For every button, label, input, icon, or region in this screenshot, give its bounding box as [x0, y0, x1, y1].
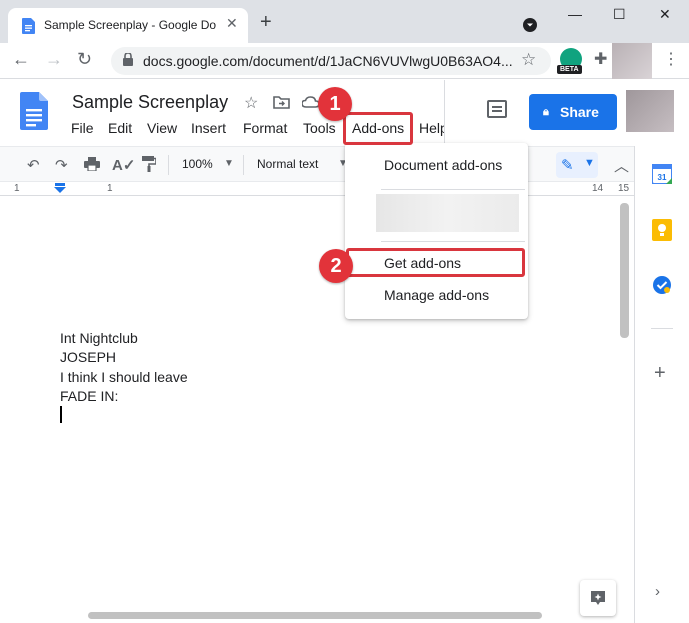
formatting-toolbar: ↶ ↷ A✓ 100% ▼ Normal text ▼ ✎ ▼ ︿ — [0, 146, 634, 182]
share-button[interactable]: 🔒︎ Share — [529, 94, 617, 130]
url-text: docs.google.com/document/d/1JaCN6VUVlwgU… — [143, 53, 513, 69]
menu-separator — [381, 189, 525, 190]
menu-tools[interactable]: Tools — [303, 120, 336, 136]
menu-help[interactable]: Help — [419, 120, 444, 136]
show-side-panel-icon[interactable]: › — [655, 583, 660, 600]
paint-format-icon[interactable] — [142, 156, 156, 172]
extension-beta-badge: BETA — [557, 65, 582, 74]
explore-icon — [591, 591, 605, 605]
editing-caret-icon: ▼ — [584, 157, 595, 169]
pencil-icon: ✎ — [561, 157, 574, 174]
menu-file[interactable]: File — [71, 120, 94, 136]
horizontal-scrollbar[interactable] — [88, 612, 542, 619]
tasks-icon[interactable] — [652, 275, 672, 295]
toolbar-separator — [243, 155, 244, 175]
doc-line[interactable]: I think I should leave — [60, 369, 188, 385]
addons-dropdown-menu: Document add-ons Get add-ons Manage add-… — [345, 143, 528, 319]
calendar-icon[interactable]: 31 — [652, 164, 672, 184]
docs-favicon-icon — [22, 18, 35, 34]
get-addons-plus-icon[interactable]: + — [654, 362, 666, 385]
indent-marker-icon[interactable] — [54, 183, 66, 193]
menu-insert[interactable]: Insert — [191, 120, 226, 136]
keep-icon[interactable] — [652, 219, 672, 241]
menu-view[interactable]: View — [147, 120, 177, 136]
tab-search-icon[interactable] — [523, 18, 537, 32]
star-icon[interactable]: ☆ — [244, 93, 258, 113]
doc-line[interactable]: JOSEPH — [60, 349, 116, 365]
calendar-day-text: 31 — [658, 173, 667, 182]
address-bar[interactable]: docs.google.com/document/d/1JaCN6VUVlwgU… — [111, 47, 551, 75]
vertical-scrollbar[interactable] — [620, 203, 629, 338]
explore-button[interactable] — [580, 580, 616, 616]
browser-menu-icon[interactable]: ⋮ — [663, 49, 679, 69]
share-lock-icon: 🔒︎ — [543, 106, 549, 118]
ruler-number: 14 — [592, 183, 604, 194]
side-panel-separator — [651, 328, 673, 329]
ruler-number: 1 — [14, 183, 20, 194]
docs-logo-icon[interactable] — [20, 92, 48, 130]
redo-icon[interactable]: ↷ — [55, 156, 68, 174]
undo-icon[interactable]: ↶ — [27, 156, 40, 174]
menu-format[interactable]: Format — [243, 120, 287, 136]
forward-icon[interactable]: → — [45, 49, 63, 70]
minimize-icon[interactable]: — — [568, 6, 582, 22]
doc-line[interactable]: FADE IN: — [60, 388, 118, 404]
hide-menus-icon[interactable]: ︿ — [614, 155, 629, 176]
toolbar-separator — [168, 155, 169, 175]
menu-item-document-addons[interactable]: Document add-ons — [384, 157, 502, 173]
step-badge-2: 2 — [319, 249, 353, 283]
browser-profile-avatar[interactable] — [612, 43, 652, 79]
window-close-icon[interactable]: ✕ — [659, 6, 671, 23]
side-panel: 31 + › — [634, 146, 689, 623]
reload-icon[interactable]: ↻ — [77, 49, 92, 70]
browser-toolbar: ← → ↻ docs.google.com/document/d/1JaCN6V… — [0, 43, 689, 79]
style-select[interactable]: Normal text — [257, 157, 318, 171]
lock-icon — [123, 53, 133, 66]
tab-strip: Sample Screenplay - Google Docs ✕ + — ☐ … — [0, 0, 689, 43]
get-addons-highlight-box — [346, 248, 525, 277]
menu-item-manage-addons[interactable]: Manage add-ons — [384, 287, 489, 303]
addons-highlight-box — [343, 112, 413, 145]
bookmark-star-icon[interactable]: ☆ — [521, 50, 536, 70]
browser-tab[interactable]: Sample Screenplay - Google Docs ✕ — [8, 8, 248, 43]
ruler-number: 15 — [618, 183, 630, 194]
document-title[interactable]: Sample Screenplay — [72, 92, 228, 113]
zoom-caret-icon[interactable]: ▼ — [224, 158, 234, 169]
zoom-select[interactable]: 100% — [182, 157, 213, 171]
new-tab-icon[interactable]: + — [260, 12, 272, 32]
print-icon[interactable] — [84, 157, 100, 171]
share-label: Share — [560, 104, 599, 120]
editing-mode-button[interactable]: ✎ ▼ — [556, 152, 598, 178]
spellcheck-icon[interactable]: A✓ — [112, 156, 135, 174]
move-folder-icon[interactable] — [273, 95, 290, 109]
extensions-puzzle-icon[interactable]: ✚ — [594, 49, 607, 69]
tab-title: Sample Screenplay - Google Docs — [44, 18, 216, 32]
ruler-number: 1 — [107, 183, 113, 194]
menu-edit[interactable]: Edit — [108, 120, 132, 136]
maximize-icon[interactable]: ☐ — [613, 6, 626, 23]
step-badge-1: 1 — [318, 87, 352, 121]
account-avatar[interactable] — [626, 90, 674, 132]
tab-close-icon[interactable]: ✕ — [226, 15, 238, 32]
blurred-addon-item[interactable] — [376, 194, 519, 232]
document-canvas[interactable] — [0, 197, 634, 623]
back-icon[interactable]: ← — [12, 49, 30, 70]
doc-line[interactable]: Int Nightclub — [60, 330, 138, 346]
menu-separator — [381, 241, 525, 242]
comment-history-icon[interactable] — [487, 100, 507, 118]
ruler: 1 1 14 15 — [0, 182, 634, 196]
text-cursor — [60, 406, 62, 423]
header-divider — [444, 80, 445, 144]
